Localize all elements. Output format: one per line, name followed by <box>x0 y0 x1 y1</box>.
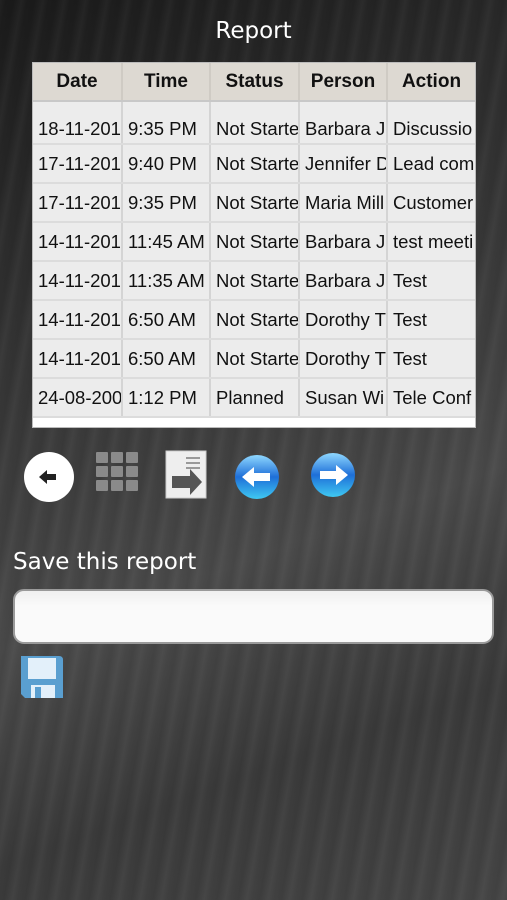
cell-status[interactable]: Not Starte <box>210 222 300 262</box>
report-table: Date Time Status Person Action 18-11-201… <box>32 62 476 428</box>
cell-date[interactable]: 14-11-201 <box>33 222 123 262</box>
cell-action[interactable]: test meeti <box>387 222 475 262</box>
cell-action[interactable]: Test <box>387 339 475 379</box>
cell-time[interactable]: 9:40 PM <box>122 144 211 184</box>
next-page-icon <box>311 453 355 497</box>
cell-time[interactable]: 6:50 AM <box>122 339 211 379</box>
cell-action[interactable]: Test <box>387 300 475 340</box>
cell-date[interactable]: 18-11-201 <box>33 101 123 145</box>
table-row[interactable]: 14-11-201 6:50 AM Not Starte Dorothy T Test <box>33 339 475 379</box>
page-title: Report <box>215 18 292 44</box>
cell-person[interactable]: Susan Wi <box>299 378 388 418</box>
cell-person[interactable]: Barbara J <box>299 222 388 262</box>
previous-page-button[interactable] <box>232 450 286 504</box>
cell-date[interactable]: 14-11-201 <box>33 339 123 379</box>
cell-date[interactable]: 17-11-201 <box>33 144 123 184</box>
cell-person[interactable]: Barbara J <box>299 261 388 301</box>
table-header-row: Date Time Status Person Action <box>33 63 475 102</box>
table-row[interactable]: 17-11-201 9:40 PM Not Starte Jennifer D Lead… <box>33 144 475 184</box>
cell-action[interactable]: Lead com <box>387 144 475 184</box>
cell-person[interactable]: Dorothy T <box>299 339 388 379</box>
save-report-label: Save this report <box>13 549 197 575</box>
cell-date[interactable]: 14-11-201 <box>33 300 123 340</box>
column-header-status[interactable]: Status <box>210 63 300 102</box>
column-header-time[interactable]: Time <box>122 63 211 102</box>
export-button[interactable] <box>162 450 216 504</box>
cell-action[interactable]: Discussio <box>387 101 475 145</box>
cell-date[interactable]: 24-08-200 <box>33 378 123 418</box>
cell-status[interactable]: Not Starte <box>210 144 300 184</box>
cell-person[interactable]: Dorothy T <box>299 300 388 340</box>
cell-status[interactable]: Not Starte <box>210 261 300 301</box>
column-header-person[interactable]: Person <box>299 63 388 102</box>
grid-menu-button[interactable] <box>92 450 146 504</box>
table-row[interactable]: 24-08-200 1:12 PM Planned Susan Wi Tele Conf <box>33 378 475 418</box>
back-icon <box>24 452 74 502</box>
cell-time[interactable]: 1:12 PM <box>122 378 211 418</box>
cell-person[interactable]: Maria Mill <box>299 183 388 223</box>
cell-action[interactable]: Test <box>387 261 475 301</box>
report-name-input[interactable] <box>13 589 494 644</box>
cell-status[interactable]: Planned <box>210 378 300 418</box>
cell-status[interactable]: Not Starte <box>210 183 300 223</box>
cell-time[interactable]: 9:35 PM <box>122 101 211 145</box>
grid-menu-icon <box>96 452 138 491</box>
cell-date[interactable]: 17-11-201 <box>33 183 123 223</box>
table-row[interactable]: 14-11-201 6:50 AM Not Starte Dorothy T Test <box>33 300 475 340</box>
next-page-button[interactable] <box>308 450 362 504</box>
export-document-icon <box>165 450 207 499</box>
column-header-date[interactable]: Date <box>33 63 123 102</box>
table-row[interactable]: 18-11-201 9:35 PM Not Starte Barbara J Discu… <box>33 101 475 145</box>
save-button[interactable] <box>19 654 65 700</box>
cell-time[interactable]: 11:45 AM <box>122 222 211 262</box>
cell-time[interactable]: 6:50 AM <box>122 300 211 340</box>
cell-status[interactable]: Not Starte <box>210 101 300 145</box>
cell-time[interactable]: 11:35 AM <box>122 261 211 301</box>
table-row[interactable]: 14-11-201 11:35 AM Not Starte Barbara J Test <box>33 261 475 301</box>
cell-person[interactable]: Jennifer D <box>299 144 388 184</box>
cell-status[interactable]: Not Starte <box>210 300 300 340</box>
cell-action[interactable]: Tele Conf <box>387 378 475 418</box>
cell-person[interactable]: Barbara J <box>299 101 388 145</box>
table-row[interactable]: 14-11-201 11:45 AM Not Starte Barbara Jtest… <box>33 222 475 262</box>
previous-page-icon <box>235 455 279 499</box>
back-button[interactable] <box>22 450 76 504</box>
column-header-action[interactable]: Action <box>387 63 475 102</box>
cell-status[interactable]: Not Starte <box>210 339 300 379</box>
cell-date[interactable]: 14-11-201 <box>33 261 123 301</box>
cell-action[interactable]: Customer <box>387 183 475 223</box>
cell-time[interactable]: 9:35 PM <box>122 183 211 223</box>
floppy-disk-icon <box>21 656 63 698</box>
toolbar <box>22 450 422 504</box>
table-row[interactable]: 17-11-201 9:35 PM Not Starte Maria Mill Cust… <box>33 183 475 223</box>
